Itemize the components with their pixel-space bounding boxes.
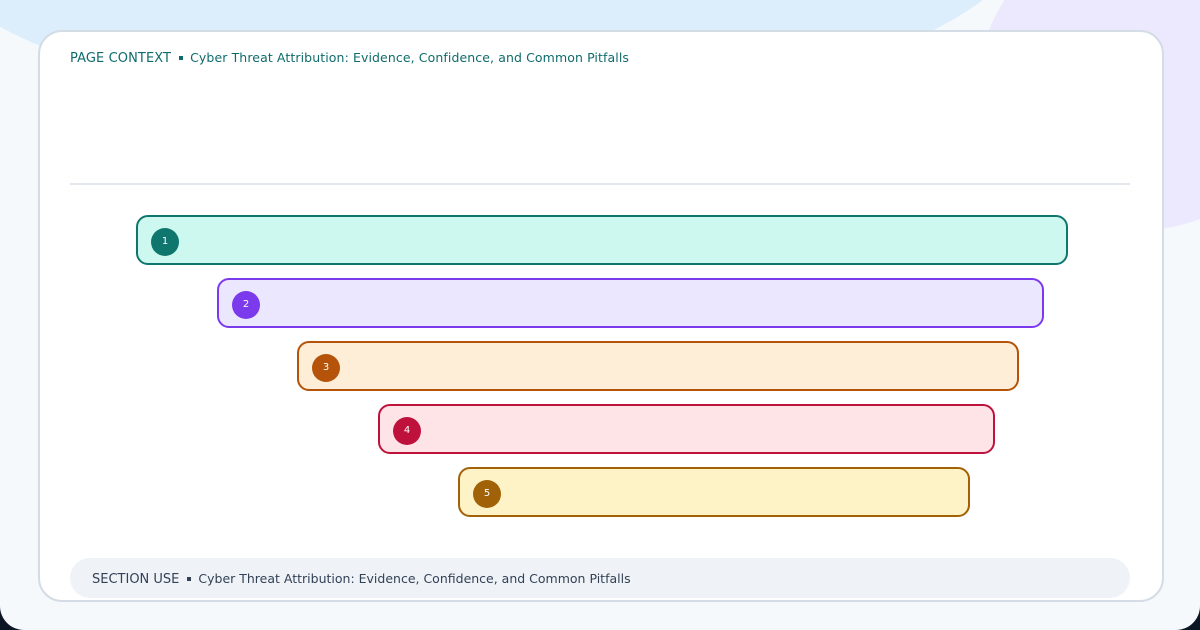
funnel-step-3: 3	[297, 341, 1019, 391]
section-use-title: Cyber Threat Attribution: Evidence, Conf…	[198, 571, 631, 586]
header-divider	[70, 183, 1130, 185]
funnel-step-5: 5	[458, 467, 970, 517]
step-number-badge: 4	[393, 417, 421, 445]
funnel-step-4: 4	[378, 404, 995, 454]
page-context-title: Cyber Threat Attribution: Evidence, Conf…	[190, 50, 630, 65]
funnel-step-1: 1	[136, 215, 1068, 265]
page-context-label: PAGE CONTEXT	[70, 51, 172, 66]
bullet-separator	[179, 55, 184, 60]
step-number-badge: 5	[473, 480, 501, 508]
funnel-step-2: 2	[217, 278, 1044, 328]
step-number-badge: 3	[312, 354, 340, 382]
page-context-line: PAGE CONTEXT Cyber Threat Attribution: Ev…	[70, 50, 629, 66]
section-use-label: SECTION USE	[92, 572, 180, 587]
page-background: PAGE CONTEXT Cyber Threat Attribution: Ev…	[0, 0, 1200, 630]
step-number-badge: 2	[232, 291, 260, 319]
section-use-line: SECTION USE Cyber Threat Attribution: Evi…	[92, 571, 631, 587]
content-card: PAGE CONTEXT Cyber Threat Attribution: Ev…	[38, 30, 1164, 602]
section-use-bar: SECTION USE Cyber Threat Attribution: Evi…	[70, 558, 1130, 598]
bullet-separator	[187, 576, 192, 581]
step-number-badge: 1	[151, 228, 179, 256]
